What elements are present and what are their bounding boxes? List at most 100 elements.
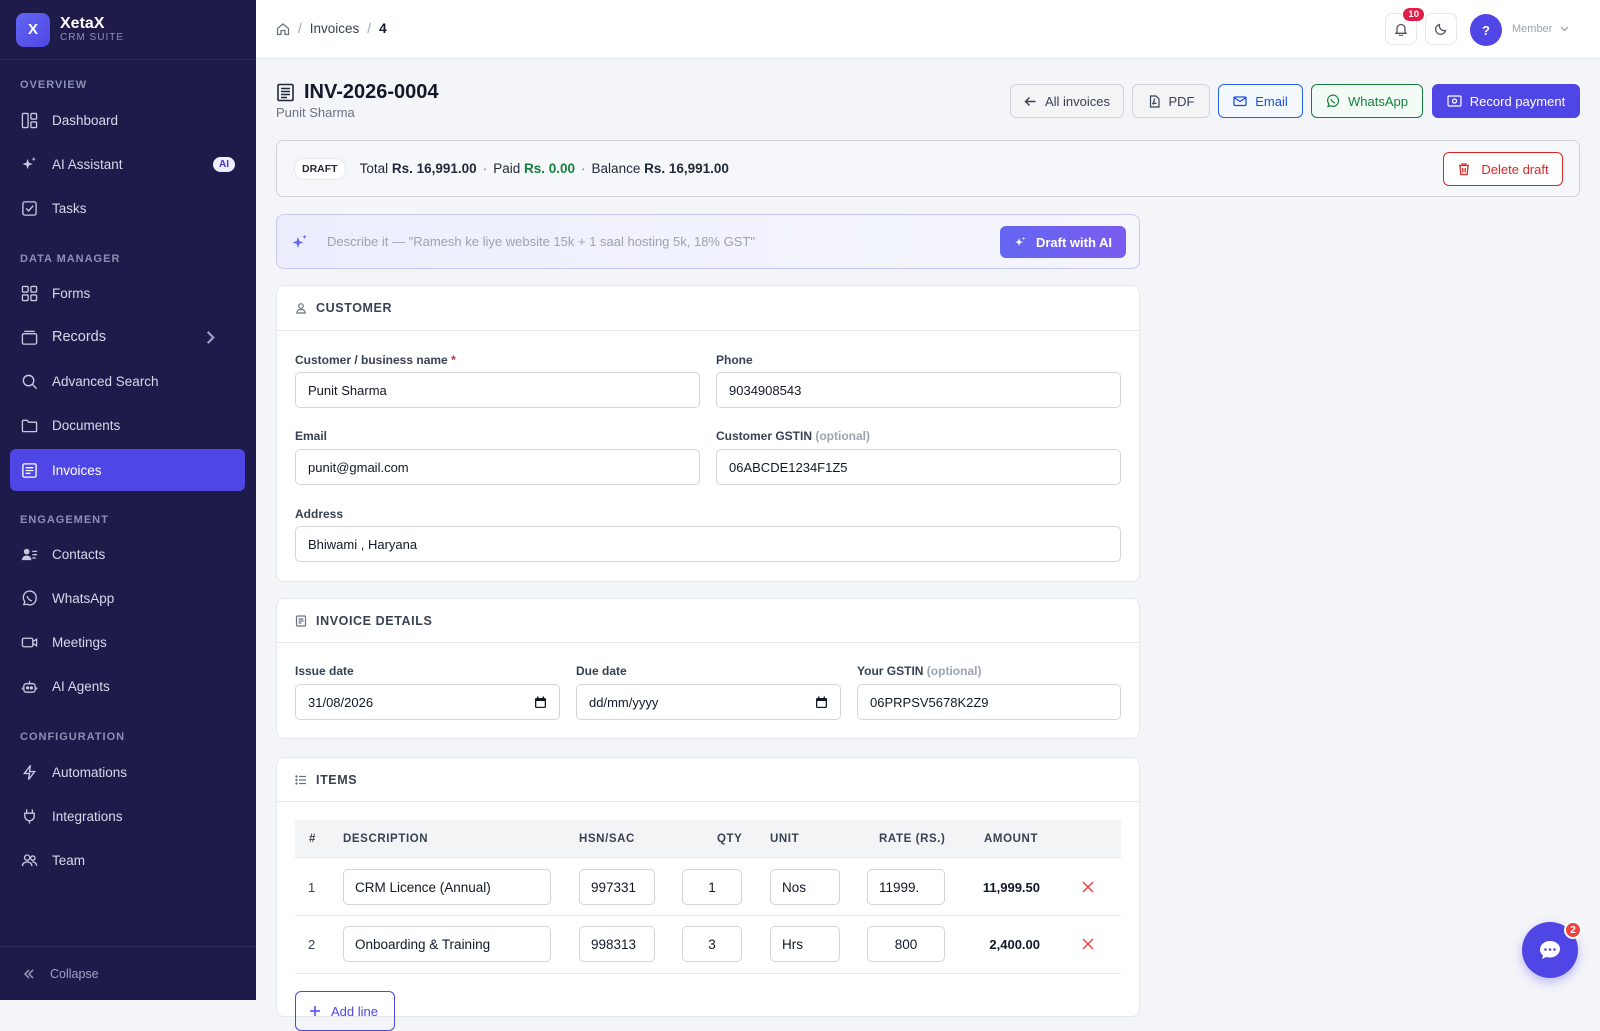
search-icon xyxy=(22,374,38,389)
sidebar-item-label: Forms xyxy=(52,285,91,301)
sidebar-item-label: Team xyxy=(52,852,86,868)
unit-input[interactable]: Nos xyxy=(770,869,840,905)
record-payment-label: Record payment xyxy=(1469,93,1566,109)
hsn-input[interactable]: 998313 xyxy=(579,926,655,962)
user-role[interactable]: Member xyxy=(1512,23,1552,35)
required-marker: * xyxy=(451,353,456,367)
sidebar-item-invoices[interactable]: Invoices xyxy=(10,449,245,491)
address-input[interactable]: Bhiwami , Haryana xyxy=(295,526,1121,562)
chat-icon xyxy=(1540,941,1560,959)
section-data-manager: DATA MANAGER xyxy=(20,253,121,265)
due-date-input[interactable]: dd/mm/yyyy xyxy=(576,684,841,720)
rate-input[interactable]: 800 xyxy=(867,926,945,962)
sidebar-item-ai-assistant[interactable]: AI Assistant AI xyxy=(10,143,245,185)
notifications-button[interactable]: 10 xyxy=(1385,8,1424,45)
sidebar-item-ai-agents[interactable]: AI Agents xyxy=(10,665,245,707)
sidebar-item-advanced-search[interactable]: Advanced Search xyxy=(10,360,245,402)
delete-draft-label: Delete draft xyxy=(1481,161,1549,177)
sidebar-item-team[interactable]: Team xyxy=(10,839,245,881)
hsn-input[interactable]: 997331 xyxy=(579,869,655,905)
sidebar-item-meetings[interactable]: Meetings xyxy=(10,621,245,663)
sidebar-item-label: AI Agents xyxy=(52,678,110,694)
sidebar-item-whatsapp[interactable]: WhatsApp xyxy=(10,577,245,619)
add-line-button[interactable]: Add line xyxy=(295,991,395,1031)
checkbox-icon xyxy=(22,200,37,216)
records-icon xyxy=(21,330,38,345)
customer-card-header: CUSTOMER xyxy=(277,286,1139,331)
chat-button[interactable]: 2 xyxy=(1522,921,1582,978)
customer-gstin-label: Customer GSTIN (optional) xyxy=(716,429,870,443)
email-button[interactable]: Email xyxy=(1218,84,1303,118)
row-number: 1 xyxy=(308,880,316,895)
row-amount: 2,400.00 xyxy=(989,937,1040,952)
video-icon xyxy=(21,637,38,647)
description-input[interactable]: Onboarding & Training xyxy=(343,926,551,962)
robot-icon xyxy=(21,680,38,693)
bell-icon xyxy=(1394,23,1408,36)
email-input[interactable]: punit@gmail.com xyxy=(295,449,700,485)
sidebar-item-integrations[interactable]: Integrations xyxy=(10,795,245,837)
phone-input[interactable]: 9034908543 xyxy=(716,372,1121,408)
draft-with-ai-button[interactable]: Draft with AI xyxy=(1000,226,1126,258)
customer-gstin-input[interactable]: 06ABCDE1234F1Z5 xyxy=(716,449,1121,485)
sidebar-item-documents[interactable]: Documents xyxy=(10,404,245,446)
sidebar-item-automations[interactable]: Automations xyxy=(10,751,245,793)
sidebar-item-forms[interactable]: Forms xyxy=(10,272,245,314)
pdf-button[interactable]: PDF xyxy=(1132,84,1210,118)
issue-date-input[interactable]: 31/08/2026 xyxy=(295,684,560,720)
remove-line-icon[interactable] xyxy=(1082,881,1094,893)
user-icon xyxy=(296,303,306,314)
dot-separator: · xyxy=(482,161,488,176)
sidebar-item-records[interactable]: Records xyxy=(10,316,245,358)
col-unit: UNIT xyxy=(770,833,800,845)
delete-draft-button[interactable]: Delete draft xyxy=(1443,152,1563,186)
customer-gstin-label-text: Customer GSTIN xyxy=(716,429,813,443)
customer-card-title: CUSTOMER xyxy=(316,301,393,315)
avatar[interactable]: ? xyxy=(1470,14,1502,46)
your-gstin-input[interactable]: 06PRPSV5678K2Z9 xyxy=(857,684,1121,720)
col-hsn: HSN/SAC xyxy=(579,833,635,845)
bolt-icon xyxy=(22,764,37,780)
calendar-icon[interactable] xyxy=(815,696,828,709)
unit-input[interactable]: Hrs xyxy=(770,926,840,962)
dot-separator: · xyxy=(581,161,586,176)
paid-value: Rs. 0.00 xyxy=(524,161,576,176)
invoice-details-card: INVOICE DETAILS Issue date 31/08/2026 Du… xyxy=(276,598,1140,739)
rate-input[interactable]: 11999. xyxy=(867,869,945,905)
qty-input[interactable]: 3 xyxy=(682,926,742,962)
sidebar-item-contacts[interactable]: Contacts xyxy=(10,533,245,575)
trash-icon xyxy=(1459,163,1470,176)
sidebar-item-label: WhatsApp xyxy=(52,590,115,606)
collapse-label: Collapse xyxy=(50,966,99,981)
home-icon[interactable] xyxy=(276,22,290,36)
theme-toggle-button[interactable] xyxy=(1425,13,1457,45)
sidebar-item-tasks[interactable]: Tasks xyxy=(10,187,245,229)
calendar-icon[interactable] xyxy=(534,696,547,709)
qty-input[interactable]: 1 xyxy=(682,869,742,905)
sidebar-item-label: Documents xyxy=(52,417,121,433)
collapse-button[interactable]: Collapse xyxy=(0,946,256,1000)
invoice-details-title: INVOICE DETAILS xyxy=(316,613,433,628)
email-label: Email xyxy=(295,429,328,443)
ai-prompt-input[interactable]: Describe it — "Ramesh ke liye website 15… xyxy=(327,234,755,249)
sidebar-item-dashboard[interactable]: Dashboard xyxy=(10,99,245,141)
status-badge: DRAFT xyxy=(294,157,346,180)
sidebar-item-label: Tasks xyxy=(52,200,87,216)
chevron-down-icon[interactable] xyxy=(1559,23,1570,34)
team-icon xyxy=(21,853,38,866)
whatsapp-icon xyxy=(22,589,37,605)
remove-line-icon[interactable] xyxy=(1082,938,1094,950)
record-payment-button[interactable]: Record payment xyxy=(1432,84,1580,118)
section-overview: OVERVIEW xyxy=(20,79,88,91)
draft-with-ai-label: Draft with AI xyxy=(1035,234,1113,250)
whatsapp-button[interactable]: WhatsApp xyxy=(1311,84,1423,118)
description-input[interactable]: CRM Licence (Annual) xyxy=(343,869,551,905)
customer-name-input[interactable]: Punit Sharma xyxy=(295,372,700,408)
col-rate: RATE (RS.) xyxy=(879,833,946,845)
email-label: Email xyxy=(1255,93,1288,109)
breadcrumb-invoices[interactable]: Invoices xyxy=(310,21,360,36)
all-invoices-button[interactable]: All invoices xyxy=(1010,84,1124,118)
phone-label: Phone xyxy=(716,353,753,367)
paid-label: Paid xyxy=(493,161,521,176)
brand[interactable]: X XetaX CRM SUITE xyxy=(0,0,256,60)
